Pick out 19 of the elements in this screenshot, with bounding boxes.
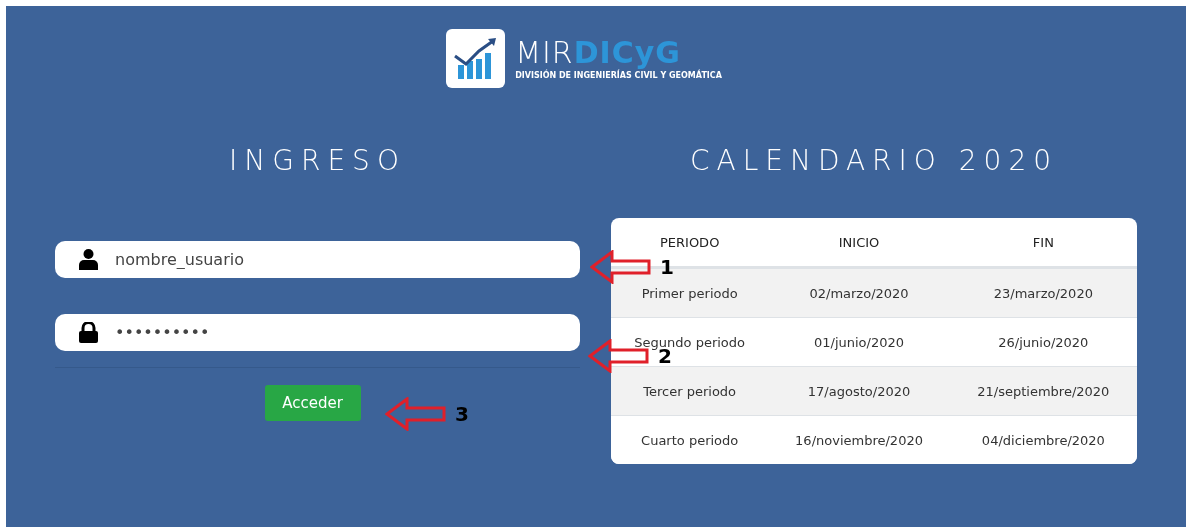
- password-field[interactable]: ••••••••••: [55, 314, 580, 351]
- calendar-title: CALENDARIO 2020: [688, 144, 1060, 179]
- login-title: INGRESO: [228, 144, 407, 179]
- table-cell: 21/septiembre/2020: [949, 366, 1137, 415]
- user-icon: [79, 249, 98, 270]
- logo-icon: [446, 29, 506, 88]
- table-cell: 23/marzo/2020: [949, 268, 1137, 317]
- logo-subtitle: DIVISIÓN DE INGENIERÍAS CIVIL Y GEOMÁTICA: [515, 71, 722, 80]
- username-field[interactable]: nombre_usuario: [55, 241, 580, 278]
- table-cell: 04/diciembre/2020: [949, 415, 1137, 464]
- logo-wordmark: MIRDICyG: [515, 37, 681, 69]
- arrow-icon: [590, 250, 652, 284]
- table-cell: 02/marzo/2020: [768, 268, 950, 317]
- table-cell: Tercer periodo: [611, 366, 769, 415]
- table-cell: Cuarto periodo: [611, 415, 769, 464]
- lock-icon: [79, 322, 98, 343]
- annotation-number: 3: [455, 402, 469, 426]
- table-cell: 17/agosto/2020: [768, 366, 950, 415]
- arrow-icon: [385, 397, 447, 431]
